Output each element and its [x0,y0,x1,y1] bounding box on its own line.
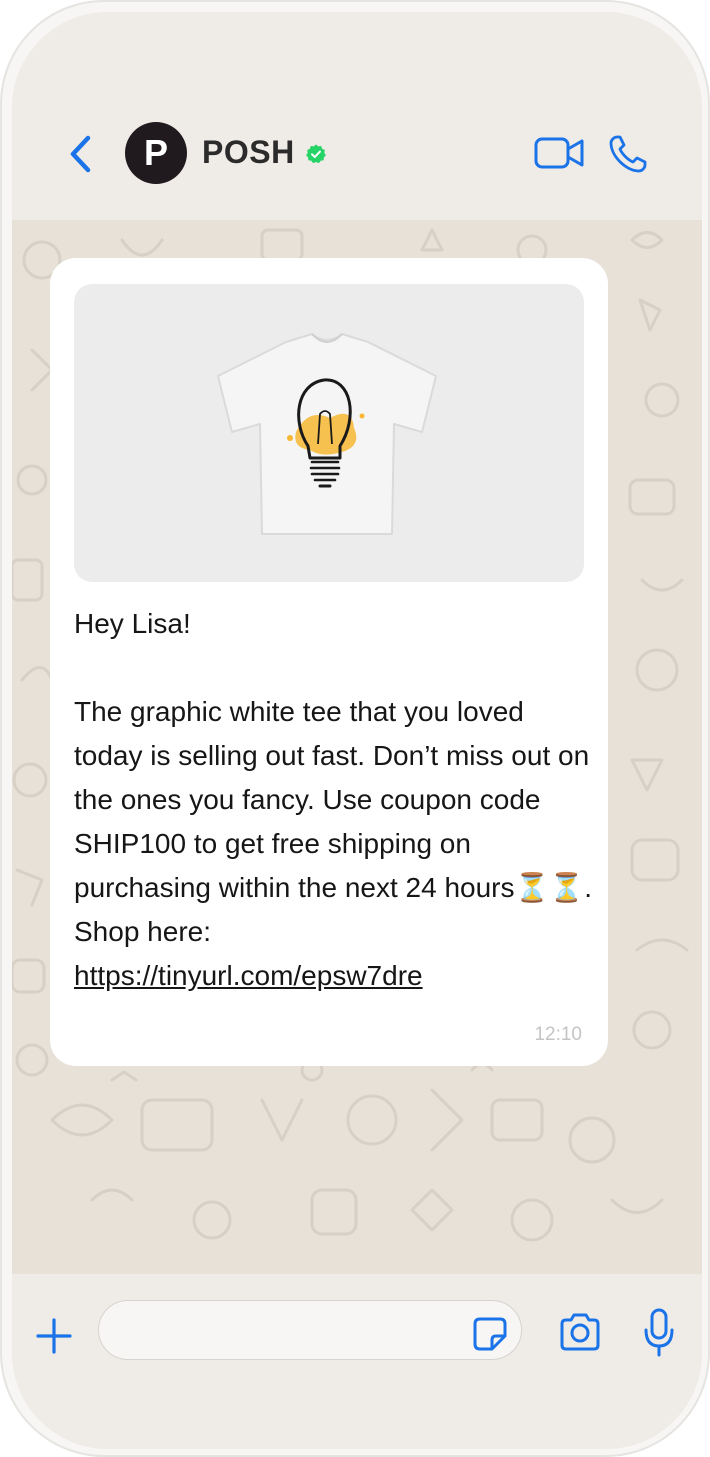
chat-area[interactable]: Hey Lisa! The graphic white tee that you… [12,220,702,1274]
contact-name[interactable]: POSH [202,134,295,171]
message-input[interactable] [98,1300,522,1360]
product-image[interactable] [74,284,584,582]
sticker-icon[interactable] [472,1316,508,1352]
video-call-icon[interactable] [534,136,586,170]
phone-icon[interactable] [608,134,648,174]
back-icon[interactable] [64,132,98,176]
microphone-icon[interactable] [642,1308,676,1358]
phone-frame: P POSH Hey Lisa! The graphic white tee t… [0,0,710,1457]
chat-screen: P POSH Hey Lisa! The graphic white tee t… [12,12,702,1449]
message-bubble[interactable]: Hey Lisa! The graphic white tee that you… [50,258,608,1066]
message-input-bar [12,1274,702,1449]
avatar[interactable]: P [125,122,187,184]
verified-icon [306,144,326,164]
message-timestamp: 12:10 [534,1024,582,1045]
camera-icon[interactable] [558,1312,602,1352]
chat-header: P POSH [12,12,702,220]
tshirt-image [217,333,437,535]
message-body: Hey Lisa! The graphic white tee that you… [74,608,592,947]
plus-icon[interactable] [36,1318,72,1354]
message-text: Hey Lisa! The graphic white tee that you… [74,602,594,998]
avatar-letter: P [143,132,168,173]
message-link[interactable]: https://tinyurl.com/epsw7dre [74,960,423,991]
